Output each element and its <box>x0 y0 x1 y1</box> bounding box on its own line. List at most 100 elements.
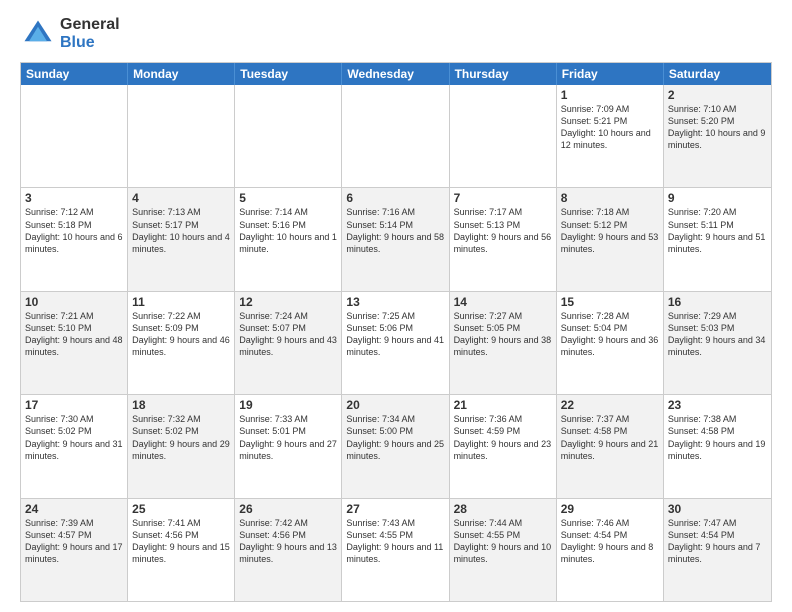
calendar: SundayMondayTuesdayWednesdayThursdayFrid… <box>20 62 772 602</box>
day-info: Sunrise: 7:25 AMSunset: 5:06 PMDaylight:… <box>346 310 444 359</box>
day-number: 10 <box>25 295 123 309</box>
weekday-header-saturday: Saturday <box>664 63 771 85</box>
calendar-row-2: 10Sunrise: 7:21 AMSunset: 5:10 PMDayligh… <box>21 291 771 394</box>
weekday-header-sunday: Sunday <box>21 63 128 85</box>
day-number: 14 <box>454 295 552 309</box>
day-info: Sunrise: 7:18 AMSunset: 5:12 PMDaylight:… <box>561 206 659 255</box>
day-info: Sunrise: 7:32 AMSunset: 5:02 PMDaylight:… <box>132 413 230 462</box>
day-info: Sunrise: 7:38 AMSunset: 4:58 PMDaylight:… <box>668 413 767 462</box>
day-cell-10: 10Sunrise: 7:21 AMSunset: 5:10 PMDayligh… <box>21 292 128 394</box>
day-info: Sunrise: 7:09 AMSunset: 5:21 PMDaylight:… <box>561 103 659 152</box>
logo-text: General Blue <box>60 16 120 52</box>
day-cell-8: 8Sunrise: 7:18 AMSunset: 5:12 PMDaylight… <box>557 188 664 290</box>
day-number: 16 <box>668 295 767 309</box>
day-number: 8 <box>561 191 659 205</box>
day-info: Sunrise: 7:24 AMSunset: 5:07 PMDaylight:… <box>239 310 337 359</box>
day-info: Sunrise: 7:29 AMSunset: 5:03 PMDaylight:… <box>668 310 767 359</box>
day-number: 20 <box>346 398 444 412</box>
day-cell-18: 18Sunrise: 7:32 AMSunset: 5:02 PMDayligh… <box>128 395 235 497</box>
day-number: 1 <box>561 88 659 102</box>
day-number: 11 <box>132 295 230 309</box>
day-number: 9 <box>668 191 767 205</box>
day-number: 21 <box>454 398 552 412</box>
day-info: Sunrise: 7:13 AMSunset: 5:17 PMDaylight:… <box>132 206 230 255</box>
day-number: 15 <box>561 295 659 309</box>
day-cell-22: 22Sunrise: 7:37 AMSunset: 4:58 PMDayligh… <box>557 395 664 497</box>
day-number: 5 <box>239 191 337 205</box>
day-cell-1: 1Sunrise: 7:09 AMSunset: 5:21 PMDaylight… <box>557 85 664 187</box>
day-number: 17 <box>25 398 123 412</box>
day-number: 4 <box>132 191 230 205</box>
day-info: Sunrise: 7:36 AMSunset: 4:59 PMDaylight:… <box>454 413 552 462</box>
empty-cell-0-0 <box>21 85 128 187</box>
day-number: 6 <box>346 191 444 205</box>
day-info: Sunrise: 7:37 AMSunset: 4:58 PMDaylight:… <box>561 413 659 462</box>
day-cell-9: 9Sunrise: 7:20 AMSunset: 5:11 PMDaylight… <box>664 188 771 290</box>
day-cell-25: 25Sunrise: 7:41 AMSunset: 4:56 PMDayligh… <box>128 499 235 601</box>
empty-cell-0-1 <box>128 85 235 187</box>
day-cell-19: 19Sunrise: 7:33 AMSunset: 5:01 PMDayligh… <box>235 395 342 497</box>
day-info: Sunrise: 7:44 AMSunset: 4:55 PMDaylight:… <box>454 517 552 566</box>
day-cell-20: 20Sunrise: 7:34 AMSunset: 5:00 PMDayligh… <box>342 395 449 497</box>
day-number: 27 <box>346 502 444 516</box>
day-cell-14: 14Sunrise: 7:27 AMSunset: 5:05 PMDayligh… <box>450 292 557 394</box>
calendar-body: 1Sunrise: 7:09 AMSunset: 5:21 PMDaylight… <box>21 85 771 601</box>
day-cell-5: 5Sunrise: 7:14 AMSunset: 5:16 PMDaylight… <box>235 188 342 290</box>
day-info: Sunrise: 7:41 AMSunset: 4:56 PMDaylight:… <box>132 517 230 566</box>
day-number: 28 <box>454 502 552 516</box>
day-info: Sunrise: 7:30 AMSunset: 5:02 PMDaylight:… <box>25 413 123 462</box>
weekday-header-thursday: Thursday <box>450 63 557 85</box>
day-info: Sunrise: 7:27 AMSunset: 5:05 PMDaylight:… <box>454 310 552 359</box>
day-cell-7: 7Sunrise: 7:17 AMSunset: 5:13 PMDaylight… <box>450 188 557 290</box>
day-cell-30: 30Sunrise: 7:47 AMSunset: 4:54 PMDayligh… <box>664 499 771 601</box>
day-cell-27: 27Sunrise: 7:43 AMSunset: 4:55 PMDayligh… <box>342 499 449 601</box>
empty-cell-0-2 <box>235 85 342 187</box>
day-info: Sunrise: 7:39 AMSunset: 4:57 PMDaylight:… <box>25 517 123 566</box>
day-info: Sunrise: 7:14 AMSunset: 5:16 PMDaylight:… <box>239 206 337 255</box>
weekday-header-friday: Friday <box>557 63 664 85</box>
day-info: Sunrise: 7:21 AMSunset: 5:10 PMDaylight:… <box>25 310 123 359</box>
day-cell-26: 26Sunrise: 7:42 AMSunset: 4:56 PMDayligh… <box>235 499 342 601</box>
calendar-header: SundayMondayTuesdayWednesdayThursdayFrid… <box>21 63 771 85</box>
day-cell-6: 6Sunrise: 7:16 AMSunset: 5:14 PMDaylight… <box>342 188 449 290</box>
day-info: Sunrise: 7:43 AMSunset: 4:55 PMDaylight:… <box>346 517 444 566</box>
day-cell-24: 24Sunrise: 7:39 AMSunset: 4:57 PMDayligh… <box>21 499 128 601</box>
day-number: 18 <box>132 398 230 412</box>
calendar-row-3: 17Sunrise: 7:30 AMSunset: 5:02 PMDayligh… <box>21 394 771 497</box>
day-cell-13: 13Sunrise: 7:25 AMSunset: 5:06 PMDayligh… <box>342 292 449 394</box>
day-cell-3: 3Sunrise: 7:12 AMSunset: 5:18 PMDaylight… <box>21 188 128 290</box>
header: General Blue <box>20 16 772 52</box>
day-number: 12 <box>239 295 337 309</box>
day-cell-29: 29Sunrise: 7:46 AMSunset: 4:54 PMDayligh… <box>557 499 664 601</box>
day-cell-12: 12Sunrise: 7:24 AMSunset: 5:07 PMDayligh… <box>235 292 342 394</box>
day-cell-4: 4Sunrise: 7:13 AMSunset: 5:17 PMDaylight… <box>128 188 235 290</box>
day-number: 30 <box>668 502 767 516</box>
day-info: Sunrise: 7:10 AMSunset: 5:20 PMDaylight:… <box>668 103 767 152</box>
day-info: Sunrise: 7:33 AMSunset: 5:01 PMDaylight:… <box>239 413 337 462</box>
day-number: 23 <box>668 398 767 412</box>
calendar-row-4: 24Sunrise: 7:39 AMSunset: 4:57 PMDayligh… <box>21 498 771 601</box>
day-info: Sunrise: 7:42 AMSunset: 4:56 PMDaylight:… <box>239 517 337 566</box>
day-number: 26 <box>239 502 337 516</box>
day-cell-23: 23Sunrise: 7:38 AMSunset: 4:58 PMDayligh… <box>664 395 771 497</box>
day-info: Sunrise: 7:46 AMSunset: 4:54 PMDaylight:… <box>561 517 659 566</box>
day-number: 24 <box>25 502 123 516</box>
day-info: Sunrise: 7:28 AMSunset: 5:04 PMDaylight:… <box>561 310 659 359</box>
day-info: Sunrise: 7:47 AMSunset: 4:54 PMDaylight:… <box>668 517 767 566</box>
calendar-row-0: 1Sunrise: 7:09 AMSunset: 5:21 PMDaylight… <box>21 85 771 187</box>
day-number: 25 <box>132 502 230 516</box>
weekday-header-monday: Monday <box>128 63 235 85</box>
logo-icon <box>20 16 56 52</box>
day-cell-17: 17Sunrise: 7:30 AMSunset: 5:02 PMDayligh… <box>21 395 128 497</box>
day-info: Sunrise: 7:34 AMSunset: 5:00 PMDaylight:… <box>346 413 444 462</box>
weekday-header-wednesday: Wednesday <box>342 63 449 85</box>
day-number: 19 <box>239 398 337 412</box>
day-number: 13 <box>346 295 444 309</box>
day-cell-15: 15Sunrise: 7:28 AMSunset: 5:04 PMDayligh… <box>557 292 664 394</box>
day-cell-2: 2Sunrise: 7:10 AMSunset: 5:20 PMDaylight… <box>664 85 771 187</box>
empty-cell-0-3 <box>342 85 449 187</box>
day-info: Sunrise: 7:20 AMSunset: 5:11 PMDaylight:… <box>668 206 767 255</box>
day-info: Sunrise: 7:16 AMSunset: 5:14 PMDaylight:… <box>346 206 444 255</box>
day-info: Sunrise: 7:12 AMSunset: 5:18 PMDaylight:… <box>25 206 123 255</box>
day-number: 2 <box>668 88 767 102</box>
